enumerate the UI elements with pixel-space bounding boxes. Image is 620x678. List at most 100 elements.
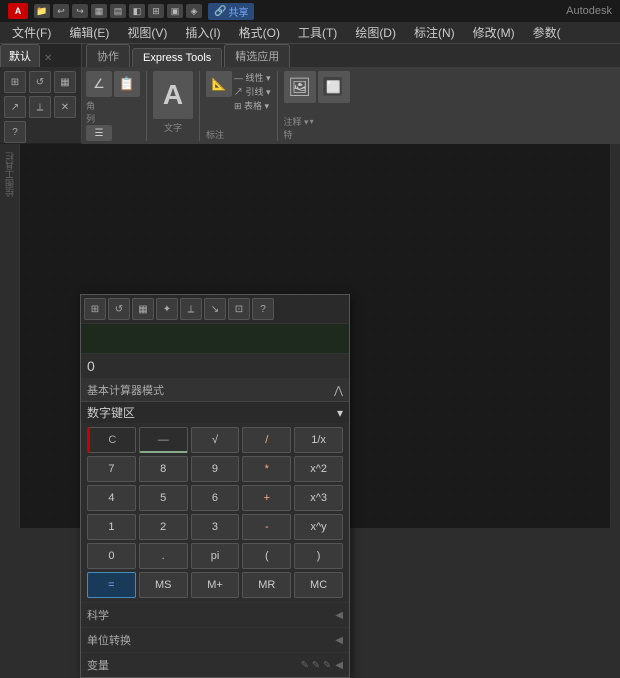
open-file-icon[interactable]: 📁 xyxy=(34,4,50,18)
calc-tool-6[interactable]: ↘ xyxy=(204,298,226,320)
calc-section-variable[interactable]: 变量 ✎ ✎ ✎ ◀ xyxy=(81,652,349,677)
note-expand-icon: ▾ xyxy=(310,117,314,126)
menu-edit[interactable]: 编辑(E) xyxy=(61,22,117,43)
row-btn[interactable]: ☰ xyxy=(86,125,112,141)
sidebar-btn-7[interactable]: ? xyxy=(4,121,26,143)
calc-btn-1[interactable]: 1 xyxy=(87,514,136,540)
calc-btn-mplus[interactable]: M+ xyxy=(191,572,240,598)
toolbar-icon4[interactable]: ⊞ xyxy=(148,4,164,18)
menu-dim[interactable]: 标注(N) xyxy=(406,22,463,43)
line-btn3[interactable]: ⊞ 表格 ▾ xyxy=(234,99,271,112)
menu-param[interactable]: 参数( xyxy=(525,22,569,43)
text-big-btn[interactable]: A xyxy=(153,71,193,119)
share-button[interactable]: 🔗 共享 xyxy=(208,3,254,20)
calc-btn-ms[interactable]: MS xyxy=(139,572,188,598)
calc-btn-3[interactable]: 3 xyxy=(191,514,240,540)
calc-btn-mc[interactable]: MC xyxy=(294,572,343,598)
calc-btn-pi[interactable]: pi xyxy=(191,543,240,569)
tab-default[interactable]: 默认 xyxy=(0,44,40,67)
sidebar-btn-1[interactable]: ⊞ xyxy=(4,71,26,93)
calc-btn-subtract[interactable]: - xyxy=(242,514,291,540)
note-group-label[interactable]: 注释 ▾ ▾ xyxy=(284,115,350,128)
calc-tool-1[interactable]: ⊞ xyxy=(84,298,106,320)
undo-icon[interactable]: ↩ xyxy=(53,4,69,18)
calc-btn-sqrt[interactable]: √ xyxy=(191,427,240,453)
menu-file[interactable]: 文件(F) xyxy=(4,22,59,43)
title-bar: A 📁 ↩ ↪ ▦ ▤ ◧ ⊞ ▣ ◈ 🔗 共享 Autodesk xyxy=(0,0,620,22)
menu-modify[interactable]: 修改(M) xyxy=(465,22,523,43)
calc-mode-expand-icon: ⋀ xyxy=(334,384,343,397)
calc-btn-ribbon[interactable]: 📋 xyxy=(114,71,140,97)
calc-btn-9[interactable]: 9 xyxy=(191,456,240,482)
line-btn1[interactable]: — 线性 ▾ xyxy=(234,71,271,84)
calc-tool-4[interactable]: ✦ xyxy=(156,298,178,320)
calc-btn-4[interactable]: 4 xyxy=(87,485,136,511)
redo-icon[interactable]: ↪ xyxy=(72,4,88,18)
feature-label: 特 xyxy=(284,128,350,141)
calc-btn-clear[interactable]: C xyxy=(87,427,136,453)
calc-btn-5[interactable]: 5 xyxy=(139,485,188,511)
menu-insert[interactable]: 插入(I) xyxy=(177,22,228,43)
calc-tool-2[interactable]: ↺ xyxy=(108,298,130,320)
note-btn2[interactable]: 🔲 xyxy=(318,71,350,103)
variable-actions: ✎ ✎ ✎ ◀ xyxy=(301,660,343,671)
tab-collaborate[interactable]: 协作 xyxy=(86,44,130,67)
tab-express-tools[interactable]: Express Tools xyxy=(132,48,222,67)
title-bar-left: A 📁 ↩ ↪ ▦ ▤ ◧ ⊞ ▣ ◈ 🔗 共享 xyxy=(8,3,254,20)
cad-logo: A xyxy=(8,3,28,19)
sidebar-btn-5[interactable]: ⟂ xyxy=(29,96,51,118)
calc-section-scientific[interactable]: 科学 ◀ xyxy=(81,602,349,627)
menu-draw[interactable]: 绘图(D) xyxy=(347,22,404,43)
calc-btn-x3[interactable]: x^3 xyxy=(294,485,343,511)
calc-btn-dot[interactable]: . xyxy=(139,543,188,569)
annotation-btn1[interactable]: 📐 xyxy=(206,71,232,97)
toolbar-icon2[interactable]: ▤ xyxy=(110,4,126,18)
calc-btn-xy[interactable]: x^y xyxy=(294,514,343,540)
calc-tool-5[interactable]: ⟂ xyxy=(180,298,202,320)
calc-btn-8[interactable]: 8 xyxy=(139,456,188,482)
menu-view[interactable]: 视图(V) xyxy=(119,22,175,43)
calc-btn-lparen[interactable]: ( xyxy=(242,543,291,569)
calc-btn-7[interactable]: 7 xyxy=(87,456,136,482)
calc-btn-multiply[interactable]: * xyxy=(242,456,291,482)
tab-close-left[interactable]: ✕ xyxy=(40,50,56,67)
toolbar-icon6[interactable]: ◈ xyxy=(186,4,202,18)
ribbon-tabs: 协作 Express Tools 精选应用 xyxy=(82,44,620,67)
tab-selected-apps[interactable]: 精选应用 xyxy=(224,44,290,67)
calc-btn-rparen[interactable]: ) xyxy=(294,543,343,569)
menu-tools[interactable]: 工具(T) xyxy=(290,22,345,43)
calc-keypad-label: 数字键区 xyxy=(87,404,135,421)
calc-tool-3[interactable]: ▦ xyxy=(132,298,154,320)
calc-btn-reciprocal[interactable]: 1/x xyxy=(294,427,343,453)
menu-format[interactable]: 格式(O) xyxy=(231,22,288,43)
ribbon-group-note: 🖼 🔲 注释 ▾ ▾ 特 xyxy=(282,71,350,141)
share-icon: 🔗 xyxy=(214,6,226,17)
sidebar-btn-3[interactable]: ▦ xyxy=(54,71,76,93)
calc-section-unit[interactable]: 单位转换 ◀ xyxy=(81,627,349,652)
calc-btn-add[interactable]: + xyxy=(242,485,291,511)
sidebar-btn-6[interactable]: ✕ xyxy=(54,96,76,118)
sidebar-btn-2[interactable]: ↺ xyxy=(29,71,51,93)
toolbar-icon1[interactable]: ▦ xyxy=(91,4,107,18)
annotation-btn-lines: — 线性 ▾ ↗ 引线 ▾ ⊞ 表格 ▾ xyxy=(234,71,271,112)
calc-btn-negate[interactable]: — xyxy=(139,427,188,453)
calc-keypad-header[interactable]: 数字键区 ▾ xyxy=(81,402,349,423)
calc-tool-7[interactable]: ⊡ xyxy=(228,298,250,320)
angle-btn[interactable]: ∠ xyxy=(86,71,112,97)
calc-btn-x2[interactable]: x^2 xyxy=(294,456,343,482)
calc-btn-0[interactable]: 0 xyxy=(87,543,136,569)
toolbar-icon3[interactable]: ◧ xyxy=(129,4,145,18)
sidebar-btn-4[interactable]: ↗ xyxy=(4,96,26,118)
calc-display xyxy=(81,324,349,354)
calc-tool-help[interactable]: ? xyxy=(252,298,274,320)
calc-btn-divide[interactable]: / xyxy=(242,427,291,453)
calc-btn-mr[interactable]: MR xyxy=(242,572,291,598)
calc-btn-6[interactable]: 6 xyxy=(191,485,240,511)
calc-mode-bar[interactable]: 基本计算器模式 ⋀ xyxy=(81,379,349,402)
calc-btn-2[interactable]: 2 xyxy=(139,514,188,540)
calc-result-area: 0 xyxy=(81,354,349,379)
calc-btn-equals[interactable]: = xyxy=(87,572,136,598)
note-btn[interactable]: 🖼 xyxy=(284,71,316,103)
toolbar-icon5[interactable]: ▣ xyxy=(167,4,183,18)
line-btn2[interactable]: ↗ 引线 ▾ xyxy=(234,85,271,98)
